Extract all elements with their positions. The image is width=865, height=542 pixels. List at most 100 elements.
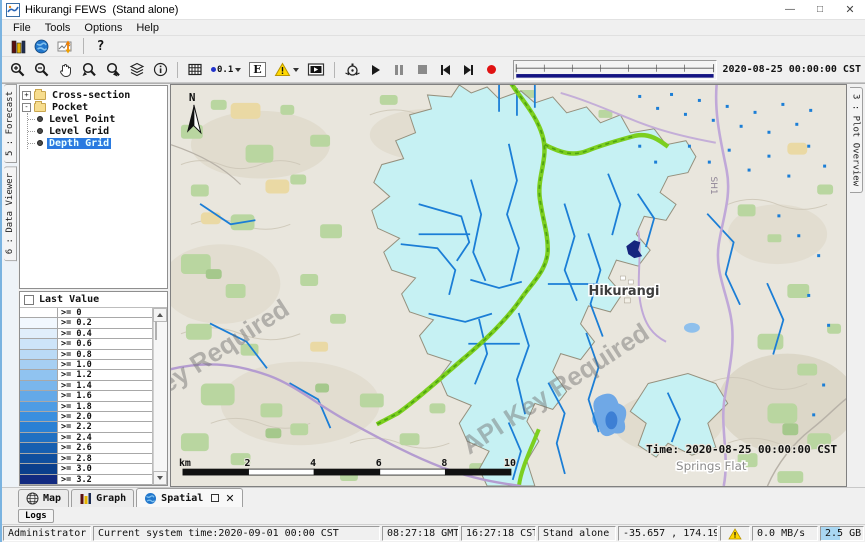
tab-map[interactable]: Map — [18, 489, 69, 507]
tree-item-pocket[interactable]: - Pocket — [22, 101, 165, 113]
play-button[interactable] — [366, 60, 387, 79]
tree-item-level-point[interactable]: Level Point — [28, 113, 165, 125]
main-area: 5 : Forecast 6 : Data Viewer + Cross-sec… — [2, 83, 865, 487]
legend-row[interactable]: >= 1.0 — [20, 360, 152, 370]
time-slider[interactable] — [513, 60, 717, 80]
expand-icon[interactable]: + — [22, 91, 31, 100]
stop-button[interactable] — [412, 60, 433, 79]
zoom-in-icon — [10, 62, 26, 78]
legend-color-swatch — [20, 454, 58, 463]
legend-row[interactable]: >= 0.6 — [20, 339, 152, 349]
legend-row[interactable]: >= 1.8 — [20, 402, 152, 412]
tree-item-level-grid[interactable]: Level Grid — [28, 125, 165, 137]
tab-graph-label: Graph — [96, 493, 126, 504]
grid-display-button[interactable] — [184, 60, 206, 79]
info-button[interactable] — [150, 60, 171, 79]
svg-text:2: 2 — [245, 458, 251, 469]
tree-item-cross-section[interactable]: + Cross-section — [22, 89, 165, 101]
map-view[interactable]: API Key Required API Key Required Hikura… — [170, 84, 847, 487]
legend-row[interactable]: >= 0.2 — [20, 318, 152, 328]
close-tab-icon[interactable]: ✕ — [225, 492, 234, 505]
scroll-down-icon[interactable] — [153, 471, 167, 485]
scroll-track[interactable] — [153, 322, 167, 471]
legend-row[interactable]: >= 0.8 — [20, 350, 152, 360]
legend-row[interactable]: >= 0 — [20, 308, 152, 318]
classbreaks-dropdown[interactable]: 0.1 — [208, 60, 244, 79]
legend-table: >= 0>= 0.2>= 0.4>= 0.6>= 0.8>= 1.0>= 1.2… — [20, 308, 153, 485]
chevron-down-icon — [293, 68, 299, 72]
tab-graph[interactable]: Graph — [71, 489, 134, 507]
svg-text:N: N — [189, 91, 196, 104]
animation-settings-button[interactable] — [341, 60, 364, 79]
legend-scrollbar[interactable] — [153, 308, 167, 485]
legend-row[interactable]: >= 1.4 — [20, 381, 152, 391]
tab-forecast[interactable]: 5 : Forecast — [4, 84, 17, 163]
help-button[interactable]: ? — [90, 37, 111, 56]
main-toolbar: ? — [2, 36, 865, 57]
logs-button[interactable]: Logs — [18, 509, 54, 523]
scroll-thumb[interactable] — [155, 321, 157, 340]
legend-row[interactable]: >= 3.0 — [20, 464, 152, 474]
zoom-next-icon — [105, 62, 121, 78]
legend-row[interactable]: >= 2.4 — [20, 433, 152, 443]
menu-options[interactable]: Options — [77, 22, 129, 34]
last-frame-button[interactable] — [458, 60, 479, 79]
bar-chart-icon — [79, 492, 92, 505]
warnings-dropdown[interactable] — [271, 60, 302, 79]
zoom-out-button[interactable] — [31, 60, 53, 79]
legend-color-swatch — [20, 350, 58, 359]
minimize-button[interactable]: — — [775, 0, 805, 19]
maximize-button[interactable]: □ — [805, 0, 835, 19]
svg-text:6: 6 — [376, 458, 382, 469]
zoom-previous-button[interactable] — [78, 60, 100, 79]
scroll-up-icon[interactable] — [153, 308, 167, 322]
legend-threshold-label: >= 1.6 — [58, 391, 152, 400]
legend-color-swatch — [20, 370, 58, 379]
movie-button[interactable] — [304, 60, 328, 79]
legend-row[interactable]: >= 1.6 — [20, 391, 152, 401]
legend-row[interactable]: >= 2.6 — [20, 443, 152, 453]
legend-threshold-label: >= 3.0 — [58, 464, 152, 473]
tab-spatial[interactable]: Spatial ✕ — [136, 488, 242, 507]
legend-toggle-button[interactable]: E — [246, 60, 268, 79]
place-label: Springs Flat — [676, 459, 747, 473]
menu-tools[interactable]: Tools — [38, 22, 78, 34]
legend-color-swatch — [20, 443, 58, 452]
status-gmt-time: 08:27:18 GMT — [382, 526, 459, 541]
legend-row[interactable]: >= 1.2 — [20, 370, 152, 380]
app-logo-icon — [6, 3, 20, 17]
pause-button[interactable] — [389, 60, 410, 79]
last-value-checkbox[interactable] — [24, 295, 34, 305]
close-button[interactable]: ✕ — [835, 0, 865, 19]
legend-row[interactable]: >= 0.4 — [20, 329, 152, 339]
layer-bullet-icon — [37, 116, 43, 122]
map-display-button[interactable] — [31, 37, 52, 56]
layers-button[interactable] — [126, 60, 148, 79]
collapse-icon[interactable]: - — [22, 103, 31, 112]
record-button[interactable] — [481, 60, 502, 79]
pan-button[interactable] — [55, 60, 76, 79]
first-frame-button[interactable] — [435, 60, 456, 79]
application-window: Hikurangi FEWS (Stand alone) — □ ✕ File … — [0, 0, 865, 542]
tab-data-viewer[interactable]: 6 : Data Viewer — [4, 166, 17, 261]
tree-item-depth-grid[interactable]: Depth Grid — [28, 137, 165, 149]
legend-color-swatch — [20, 475, 58, 484]
zoom-next-button[interactable] — [102, 60, 124, 79]
left-panel: + Cross-section - Pocket Level Point — [18, 84, 170, 487]
legend-row[interactable]: >= 2.8 — [20, 454, 152, 464]
legend-row[interactable]: >= 2.2 — [20, 422, 152, 432]
tab-plot-overview[interactable]: 3 : Plot Overview — [850, 87, 863, 193]
tree-item-label-selected: Depth Grid — [47, 138, 111, 149]
status-network-rate: 0.0 MB/s — [752, 526, 818, 541]
legend-row[interactable]: >= 2.0 — [20, 412, 152, 422]
timeseries-display-button[interactable] — [54, 37, 77, 56]
legend-color-swatch — [20, 329, 58, 338]
zoom-in-button[interactable] — [7, 60, 29, 79]
data-explorer-button[interactable] — [7, 37, 29, 56]
menu-help[interactable]: Help — [129, 22, 166, 34]
maximize-panel-icon[interactable] — [211, 494, 219, 502]
legend-row[interactable]: >= 3.2 — [20, 475, 152, 485]
menu-file[interactable]: File — [6, 22, 38, 34]
zoom-previous-icon — [81, 62, 97, 78]
bar-books-icon — [10, 39, 26, 54]
